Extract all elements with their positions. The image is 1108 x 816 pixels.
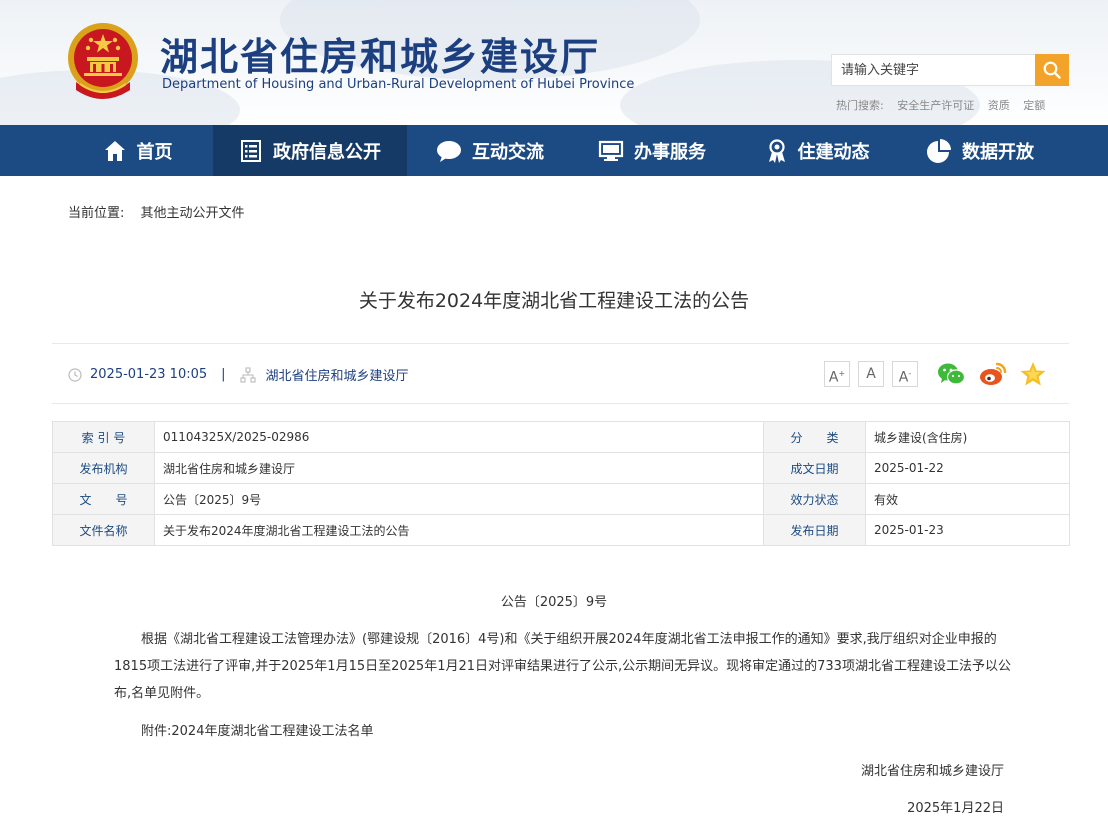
- table-row: 文件名称 关于发布2024年度湖北省工程建设工法的公告 发布日期 2025-01…: [52, 514, 1070, 546]
- table-label: 成文日期: [763, 452, 866, 484]
- table-row: 文 号 公告〔2025〕9号 效力状态 有效: [52, 483, 1070, 515]
- nav-item-open-data[interactable]: 数据开放: [910, 125, 1050, 176]
- nav-item-gov-info[interactable]: 政府信息公开: [213, 125, 407, 176]
- table-value: 城乡建设(含住房): [865, 421, 1070, 453]
- hot-search: 热门搜索: 安全生产许可证 资质 定额: [836, 97, 1055, 113]
- publish-datetime: 2025-01-23 10:05: [90, 367, 208, 382]
- table-value: 湖北省住房和城乡建设厅: [154, 452, 764, 484]
- national-emblem-logo[interactable]: [66, 20, 140, 102]
- pie-chart-icon: [927, 138, 951, 163]
- favorite-star-icon[interactable]: [1018, 360, 1048, 388]
- home-icon: [104, 140, 125, 161]
- breadcrumb-link[interactable]: 其他主动公开文件: [141, 206, 245, 221]
- nav-item-home[interactable]: 首页: [75, 125, 200, 176]
- hot-search-link[interactable]: 资质: [988, 99, 1010, 112]
- article-meta: 2025-01-23 10:05 | 湖北省住房和城乡建设厅: [68, 365, 409, 384]
- table-label: 效力状态: [763, 483, 866, 515]
- font-size-decrease-button[interactable]: A-: [892, 361, 918, 387]
- nav-item-label: 互动交流: [472, 141, 544, 163]
- table-label: 文 号: [52, 483, 155, 515]
- table-value: 2025-01-23: [865, 514, 1070, 546]
- search-button[interactable]: [1035, 54, 1069, 86]
- nav-item-services[interactable]: 办事服务: [582, 125, 722, 176]
- nav-item-label: 住建动态: [797, 141, 870, 163]
- site-subtitle-english: Department of Housing and Urban-Rural De…: [162, 77, 635, 92]
- chat-bubble-icon: [437, 140, 461, 162]
- site-title: 湖北省住房和城乡建设厅: [160, 34, 601, 79]
- table-value: 关于发布2024年度湖北省工程建设工法的公告: [154, 514, 764, 546]
- main-nav: 首页 政府信息公开 互动交流 办事服务 住建动态 数据开放: [0, 125, 1108, 176]
- signature-date: 2025年1月22日: [907, 801, 1004, 816]
- article-meta-bar: 2025-01-23 10:05 | 湖北省住房和城乡建设厅 A+ A A-: [52, 343, 1069, 404]
- table-label: 发布机构: [52, 452, 155, 484]
- table-label: 发布日期: [763, 514, 866, 546]
- weibo-icon[interactable]: [978, 360, 1008, 388]
- monitor-icon: [598, 140, 624, 161]
- nav-item-label: 政府信息公开: [273, 141, 381, 163]
- table-value: 有效: [865, 483, 1070, 515]
- publish-source: 湖北省住房和城乡建设厅: [265, 369, 409, 384]
- document-info-table: 索 引 号 01104325X/2025-02986 分 类 城乡建设(含住房)…: [52, 421, 1070, 546]
- table-label: 分 类: [763, 421, 866, 453]
- breadcrumb: 当前位置: 其他主动公开文件: [68, 202, 245, 221]
- signature-organization: 湖北省住房和城乡建设厅: [860, 764, 1004, 779]
- wechat-icon[interactable]: [936, 360, 966, 388]
- nav-item-interaction[interactable]: 互动交流: [420, 125, 560, 176]
- nav-item-label: 首页: [136, 141, 173, 163]
- table-value: 公告〔2025〕9号: [154, 483, 764, 515]
- organization-icon: [239, 366, 256, 383]
- search-icon: [1043, 61, 1061, 79]
- attachment-link[interactable]: 附件:2024年度湖北省工程建设工法名单: [141, 720, 373, 739]
- font-size-default-button[interactable]: A: [858, 361, 884, 387]
- hot-search-label: 热门搜索:: [836, 99, 884, 112]
- site-header: 湖北省住房和城乡建设厅 Department of Housing and Ur…: [0, 0, 1108, 125]
- table-row: 发布机构 湖北省住房和城乡建设厅 成文日期 2025-01-22: [52, 452, 1070, 484]
- document-list-icon: [241, 139, 261, 162]
- font-size-increase-button[interactable]: A+: [824, 361, 850, 387]
- article-title: 关于发布2024年度湖北省工程建设工法的公告: [358, 290, 750, 312]
- nav-item-label: 办事服务: [634, 141, 706, 163]
- meta-separator: |: [221, 367, 226, 382]
- search-input[interactable]: [831, 54, 1035, 86]
- breadcrumb-label: 当前位置:: [68, 206, 125, 221]
- table-label: 文件名称: [52, 514, 155, 546]
- nav-item-label: 数据开放: [962, 141, 1034, 163]
- table-value: 01104325X/2025-02986: [154, 421, 764, 453]
- hot-search-link[interactable]: 定额: [1023, 99, 1045, 112]
- award-icon: [768, 138, 785, 163]
- article-body-paragraph: 根据《湖北省工程建设工法管理办法》(鄂建设规〔2016〕4号)和《关于组织开展2…: [114, 632, 1011, 701]
- clock-icon: [68, 367, 82, 382]
- table-row: 索 引 号 01104325X/2025-02986 分 类 城乡建设(含住房): [52, 421, 1070, 453]
- document-number: 公告〔2025〕9号: [500, 595, 608, 610]
- nav-item-news[interactable]: 住建动态: [750, 125, 885, 176]
- hot-search-link[interactable]: 安全生产许可证: [897, 99, 974, 112]
- table-label: 索 引 号: [52, 421, 155, 453]
- table-value: 2025-01-22: [865, 452, 1070, 484]
